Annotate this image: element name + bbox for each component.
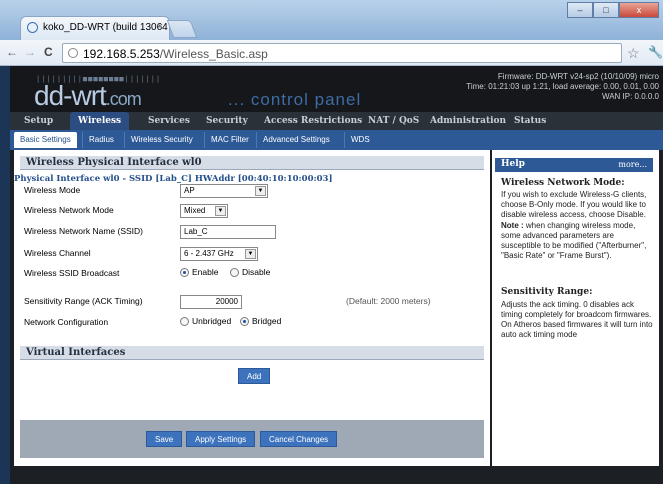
network-mode-value: Mixed bbox=[184, 206, 206, 215]
sensitivity-label: Sensitivity Range (ACK Timing) bbox=[24, 296, 143, 306]
section-title-physical: Wireless Physical Interface wl0 bbox=[20, 156, 484, 170]
tab-administration[interactable]: Administration bbox=[422, 112, 514, 130]
unbridged-label: Unbridged bbox=[192, 316, 232, 326]
tab-nat-qos[interactable]: NAT / QoS bbox=[360, 112, 427, 130]
router-page: |||||||||■■■■■■■■||||||| dd-wrt.com ... … bbox=[10, 66, 663, 484]
radio-unselected-icon bbox=[180, 317, 189, 327]
logo-text: dd-wrt bbox=[34, 80, 107, 111]
firmware-text: Firmware: DD-WRT v24-sp2 (10/10/09) micr… bbox=[497, 72, 659, 81]
help-mode-text-1: If you wish to exclude Wireless-G client… bbox=[501, 190, 647, 219]
radio-selected-icon bbox=[240, 317, 249, 327]
wireless-mode-value: AP bbox=[184, 186, 195, 195]
section-title-virtual: Virtual Interfaces bbox=[20, 346, 484, 360]
cancel-changes-button[interactable]: Cancel Changes bbox=[260, 431, 338, 447]
enable-label: Enable bbox=[192, 267, 219, 277]
network-mode-label: Wireless Network Mode bbox=[24, 205, 114, 215]
page-footer bbox=[10, 466, 663, 484]
ddwrt-logo: dd-wrt.com bbox=[34, 80, 142, 112]
wireless-submenu: Basic Settings Radius Wireless Security … bbox=[10, 130, 663, 150]
ssid-input[interactable]: Lab_C bbox=[180, 225, 276, 239]
tab-setup[interactable]: Setup bbox=[16, 112, 61, 130]
bookmark-star-icon[interactable]: ☆ bbox=[627, 45, 640, 62]
network-config-label: Network Configuration bbox=[24, 317, 109, 327]
tab-status[interactable]: Status bbox=[506, 112, 554, 130]
save-button[interactable]: Save bbox=[146, 431, 183, 447]
browser-tab[interactable]: koko_DD-WRT (build 13064 × bbox=[20, 16, 170, 40]
bridged-radio[interactable]: Bridged bbox=[240, 316, 282, 327]
ssid-label: Wireless Network Name (SSID) bbox=[24, 226, 144, 236]
channel-select[interactable]: 6 - 2.437 GHz ▼ bbox=[180, 247, 258, 261]
reload-icon[interactable]: C bbox=[44, 45, 53, 59]
broadcast-disable-radio[interactable]: Disable bbox=[230, 267, 271, 278]
wrench-menu-icon[interactable]: 🔧 bbox=[648, 45, 663, 59]
page-info-icon[interactable] bbox=[68, 48, 78, 58]
tab-access-restrictions[interactable]: Access Restrictions bbox=[256, 112, 370, 130]
back-icon[interactable]: ← bbox=[6, 45, 18, 59]
tab-wireless[interactable]: Wireless bbox=[70, 112, 130, 130]
broadcast-enable-radio[interactable]: Enable bbox=[180, 267, 219, 278]
sensitivity-input[interactable]: 20000 bbox=[180, 295, 242, 309]
new-tab-button[interactable] bbox=[166, 20, 198, 38]
address-host: 192.168.5.253 bbox=[83, 47, 160, 61]
tab-services[interactable]: Services bbox=[140, 112, 198, 130]
tab-security[interactable]: Security bbox=[198, 112, 256, 130]
ssid-broadcast-label: Wireless SSID Broadcast bbox=[24, 268, 120, 278]
help-header: Help more... bbox=[495, 158, 653, 172]
tab-close-icon[interactable]: × bbox=[158, 21, 163, 31]
help-mode-text-2: Note : when changing wireless mode, some… bbox=[501, 221, 653, 261]
page-header: |||||||||■■■■■■■■||||||| dd-wrt.com ... … bbox=[10, 66, 663, 112]
subtab-mac-filter[interactable]: MAC Filter bbox=[204, 132, 255, 148]
channel-label: Wireless Channel bbox=[24, 248, 91, 258]
radio-selected-icon bbox=[180, 268, 189, 278]
uptime-text: Time: 01:21:03 up 1:21, load average: 0.… bbox=[466, 82, 659, 91]
wireless-mode-label: Wireless Mode bbox=[24, 185, 81, 195]
interface-title: Physical Interface wl0 - SSID [Lab_C] HW… bbox=[14, 174, 333, 184]
address-bar[interactable]: 192.168.5.253/Wireless_Basic.asp bbox=[62, 43, 622, 63]
wireless-mode-select[interactable]: AP ▼ bbox=[180, 184, 268, 198]
button-bar: Save Apply Settings Cancel Changes bbox=[20, 420, 484, 458]
channel-value: 6 - 2.437 GHz bbox=[184, 249, 234, 258]
page-favicon-icon bbox=[27, 22, 38, 33]
help-title: Help bbox=[501, 159, 525, 169]
radio-unselected-icon bbox=[230, 268, 239, 278]
firmware-info: Firmware: DD-WRT v24-sp2 (10/10/09) micr… bbox=[466, 72, 659, 102]
sensitivity-default-note: (Default: 2000 meters) bbox=[346, 296, 431, 306]
help-note-label: Note : bbox=[501, 221, 524, 230]
help-sens-text: Adjusts the ack timing. 0 disables ack t… bbox=[501, 300, 653, 339]
bridged-label: Bridged bbox=[252, 316, 282, 326]
tab-title: koko_DD-WRT (build 13064 bbox=[43, 22, 168, 33]
control-panel-title: ... control panel bbox=[228, 90, 362, 109]
minimize-button[interactable]: – bbox=[567, 2, 593, 18]
chevron-down-icon: ▼ bbox=[245, 249, 256, 259]
unbridged-radio[interactable]: Unbridged bbox=[180, 316, 232, 327]
close-window-button[interactable]: x bbox=[619, 2, 659, 18]
main-menu: Setup Wireless Services Security Access … bbox=[10, 112, 663, 130]
help-more-link[interactable]: more... bbox=[618, 160, 647, 169]
logo-com: .com bbox=[105, 89, 142, 109]
subtab-wds[interactable]: WDS bbox=[344, 132, 376, 148]
settings-panel: Wireless Physical Interface wl0 Physical… bbox=[14, 150, 490, 466]
apply-settings-button[interactable]: Apply Settings bbox=[186, 431, 256, 447]
forward-icon[interactable]: → bbox=[24, 45, 36, 59]
help-mode-title: Wireless Network Mode: bbox=[501, 178, 625, 188]
chevron-down-icon: ▼ bbox=[255, 186, 266, 196]
browser-toolbar: ← → C 192.168.5.253/Wireless_Basic.asp ☆… bbox=[0, 40, 663, 66]
add-button[interactable]: Add bbox=[238, 368, 271, 384]
subtab-advanced-settings[interactable]: Advanced Settings bbox=[256, 132, 336, 148]
chevron-down-icon: ▼ bbox=[215, 206, 226, 216]
help-sens-title: Sensitivity Range: bbox=[501, 287, 593, 297]
disable-label: Disable bbox=[242, 267, 271, 277]
network-mode-select[interactable]: Mixed ▼ bbox=[180, 204, 228, 218]
help-panel: Help more... Wireless Network Mode: If y… bbox=[492, 150, 659, 466]
subtab-wireless-security[interactable]: Wireless Security bbox=[124, 132, 199, 148]
window-controls: – □ x bbox=[567, 2, 659, 18]
browser-titlebar: koko_DD-WRT (build 13064 × – □ x bbox=[0, 0, 663, 40]
wan-ip-text: WAN IP: 0.0.0.0 bbox=[601, 92, 659, 101]
subtab-radius[interactable]: Radius bbox=[82, 132, 120, 148]
subtab-basic-settings[interactable]: Basic Settings bbox=[14, 132, 77, 148]
maximize-button[interactable]: □ bbox=[593, 2, 619, 18]
address-path: /Wireless_Basic.asp bbox=[159, 47, 268, 61]
